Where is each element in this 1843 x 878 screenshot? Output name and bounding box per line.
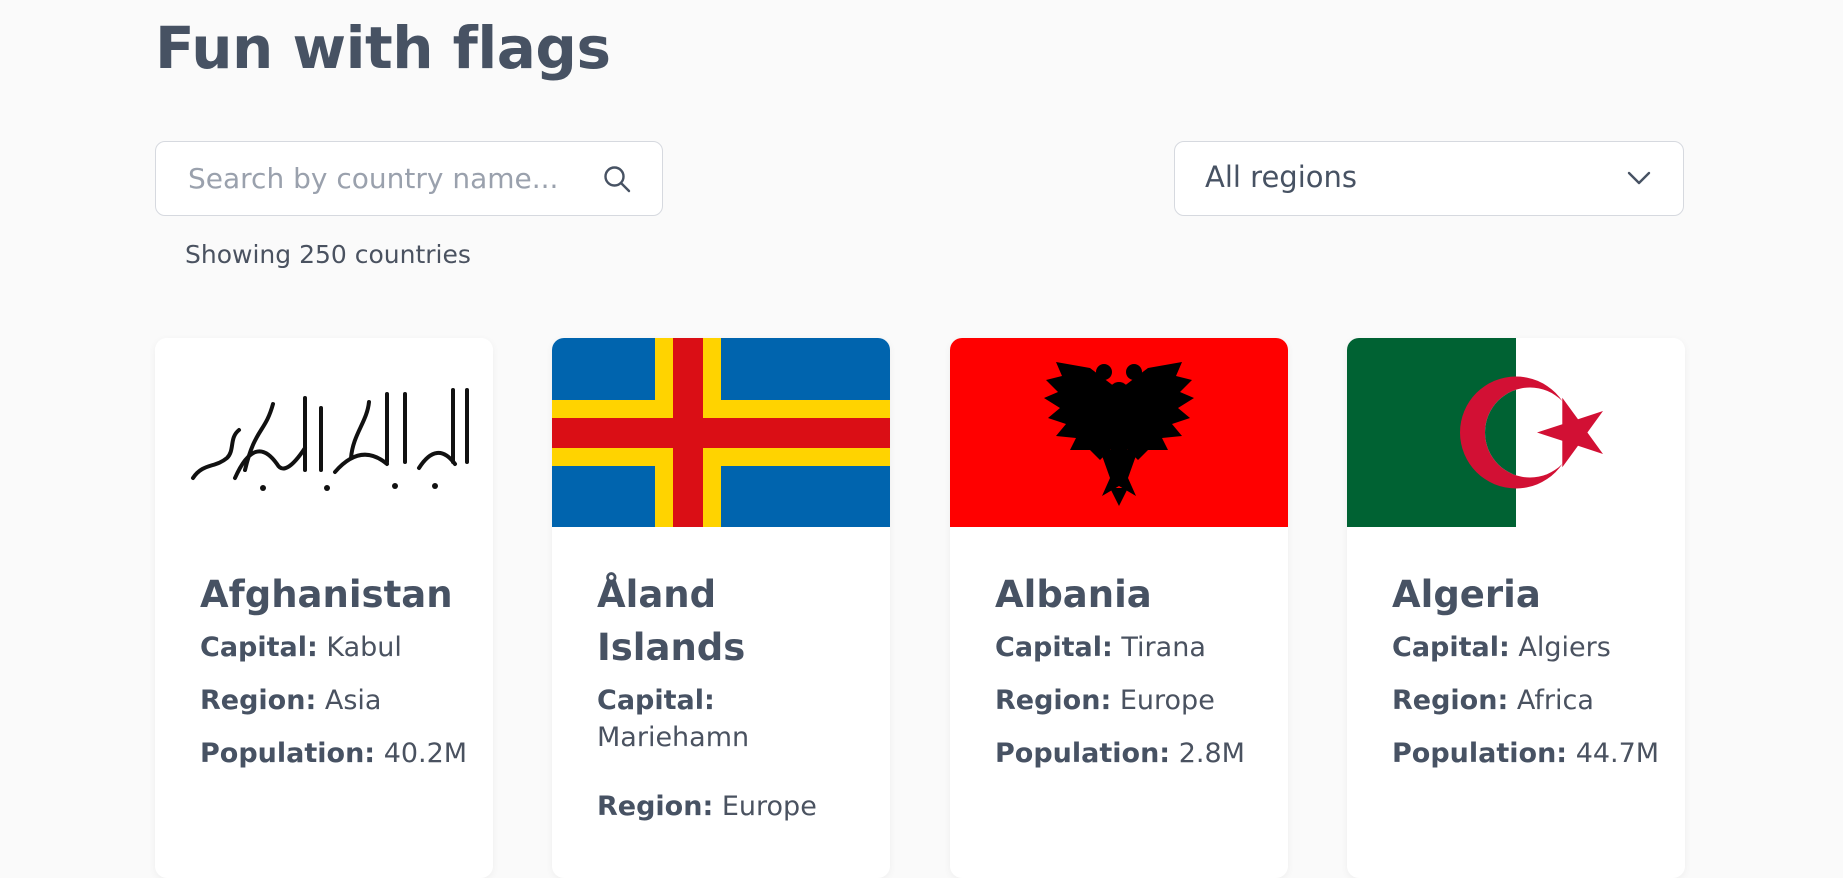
region-row: Region: Europe [597, 780, 867, 833]
population-row: Population: 40.2M [200, 727, 470, 780]
country-info: Albania Capital: Tirana Region: Europe P… [995, 568, 1265, 780]
region-value: Europe [1119, 685, 1215, 716]
region-label: Region: [1392, 685, 1509, 716]
capital-label: Capital: [597, 685, 715, 716]
population-label: Population: [200, 738, 376, 769]
flag-algeria [1347, 338, 1685, 527]
capital-row: Capital: Tirana [995, 621, 1265, 674]
capital-label: Capital: [995, 632, 1113, 663]
region-row: Region: Europe [995, 674, 1265, 727]
capital-row: Capital: Kabul [200, 621, 470, 674]
population-label: Population: [1392, 738, 1568, 769]
capital-row: Capital: Algiers [1392, 621, 1662, 674]
population-row: Population: 2.8M [995, 727, 1265, 780]
capital-label: Capital: [200, 632, 318, 663]
capital-value: Tirana [1121, 632, 1206, 663]
capital-value: Kabul [326, 632, 402, 663]
capital-label: Capital: [1392, 632, 1510, 663]
country-name: Albania [995, 573, 1152, 616]
region-row: Region: Asia [200, 674, 470, 727]
country-card[interactable]: Albania Capital: Tirana Region: Europe P… [950, 338, 1288, 878]
flag-albania [950, 338, 1288, 527]
capital-value: Algiers [1518, 632, 1611, 663]
capital-row: Capital: Mariehamn [597, 674, 867, 780]
region-value: Asia [324, 685, 382, 716]
region-select-value: All regions [1205, 160, 1357, 194]
country-card[interactable]: Algeria Capital: Algiers Region: Africa … [1347, 338, 1685, 878]
region-row: Region: Africa [1392, 674, 1662, 727]
region-label: Region: [200, 685, 317, 716]
region-label: Region: [597, 791, 714, 822]
country-info: Algeria Capital: Algiers Region: Africa … [1392, 568, 1662, 780]
population-value: 40.2M [383, 738, 468, 769]
region-select[interactable]: All regions [1174, 141, 1684, 216]
flag-aland-islands [552, 338, 890, 527]
country-name: Algeria [1392, 573, 1541, 616]
country-name: Åland Islands [597, 573, 746, 669]
region-label: Region: [995, 685, 1112, 716]
population-row: Population: 44.7M [1392, 727, 1662, 780]
search-icon[interactable] [602, 164, 632, 198]
region-value: Europe [721, 791, 817, 822]
search-box[interactable] [155, 141, 663, 216]
population-value: 44.7M [1575, 738, 1660, 769]
results-count: Showing 250 countries [185, 240, 471, 269]
population-value: 2.8M [1178, 738, 1245, 769]
search-input[interactable] [186, 161, 580, 196]
page-title: Fun with flags [155, 14, 611, 82]
country-card[interactable]: Åland Islands Capital: Mariehamn Region: … [552, 338, 890, 878]
country-info: Åland Islands Capital: Mariehamn Region: … [597, 568, 867, 833]
population-label: Population: [995, 738, 1171, 769]
chevron-down-icon[interactable] [1625, 167, 1653, 193]
country-name: Afghanistan [200, 573, 453, 616]
flag-afghanistan [155, 338, 493, 527]
country-card[interactable]: Afghanistan Capital: Kabul Region: Asia … [155, 338, 493, 878]
capital-value: Mariehamn [597, 722, 750, 753]
region-value: Africa [1516, 685, 1594, 716]
country-info: Afghanistan Capital: Kabul Region: Asia … [200, 568, 470, 780]
